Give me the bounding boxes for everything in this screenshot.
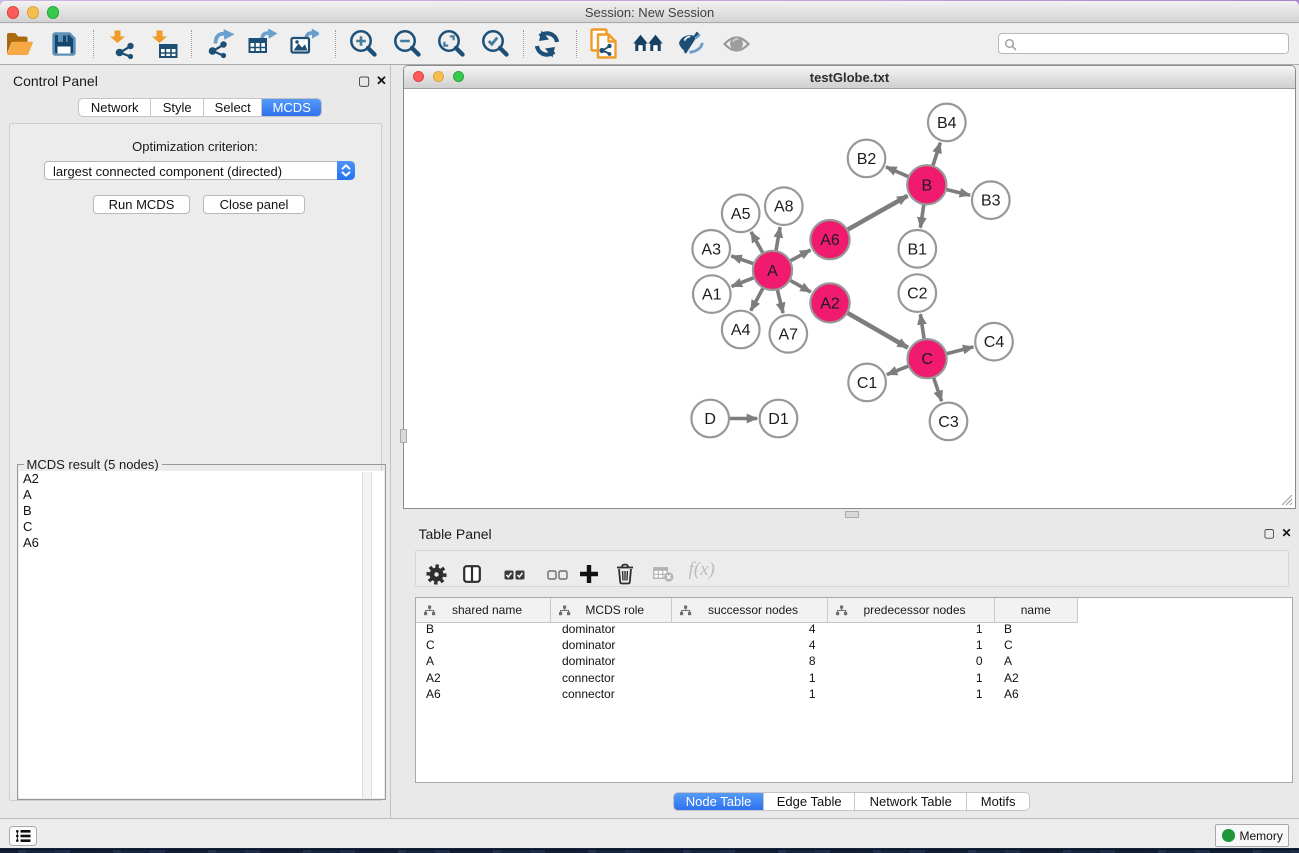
svg-text:A2: A2 — [820, 295, 840, 312]
svg-text:C2: C2 — [907, 286, 928, 303]
svg-text:B: B — [921, 177, 932, 194]
svg-text:A5: A5 — [731, 206, 751, 223]
svg-text:C1: C1 — [857, 375, 878, 392]
svg-text:C3: C3 — [938, 414, 959, 431]
svg-text:A: A — [767, 263, 778, 280]
svg-text:B1: B1 — [908, 241, 928, 258]
svg-text:B2: B2 — [857, 151, 877, 168]
svg-text:A7: A7 — [779, 326, 799, 343]
svg-text:A3: A3 — [701, 241, 721, 258]
svg-text:C: C — [921, 351, 933, 368]
svg-text:A6: A6 — [820, 232, 840, 249]
svg-text:A1: A1 — [702, 287, 722, 304]
svg-text:B4: B4 — [937, 115, 957, 132]
svg-text:A8: A8 — [774, 199, 794, 216]
svg-text:B3: B3 — [981, 193, 1001, 210]
svg-text:D: D — [704, 411, 716, 428]
svg-text:C4: C4 — [984, 334, 1005, 351]
svg-text:A4: A4 — [731, 322, 751, 339]
svg-text:D1: D1 — [768, 411, 789, 428]
